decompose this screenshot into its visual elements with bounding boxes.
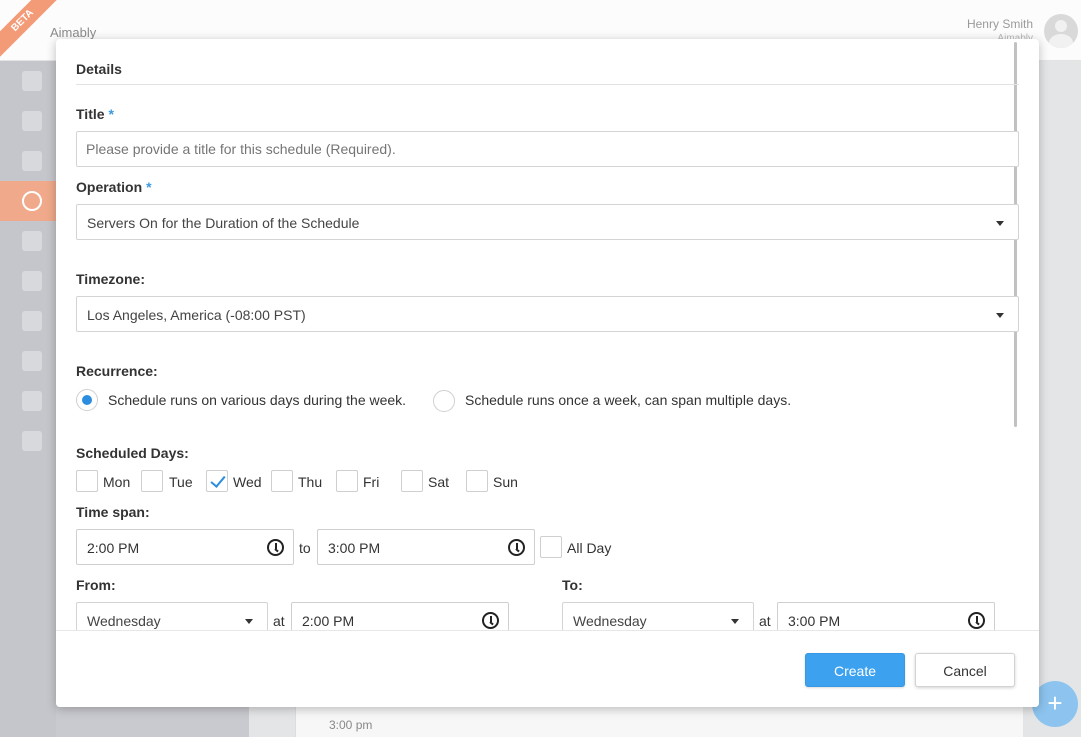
brand-name[interactable]: Aimably (50, 25, 96, 40)
day-label-sun[interactable]: Sun (493, 474, 518, 490)
sidebar-item-help[interactable] (0, 421, 56, 461)
operation-label: Operation * (76, 179, 152, 195)
day-checkbox-sat[interactable] (401, 470, 423, 492)
section-divider (76, 84, 1019, 85)
day-checkbox-sun[interactable] (466, 470, 488, 492)
time-span-to-text: to (299, 540, 311, 556)
to-time-value: 3:00 PM (788, 613, 841, 629)
title-label-text: Title (76, 106, 105, 122)
required-marker: * (146, 179, 152, 195)
scheduled-days-label: Scheduled Days: (76, 445, 189, 461)
day-label-mon[interactable]: Mon (103, 474, 130, 490)
from-time-value: 2:00 PM (302, 613, 355, 629)
schedule-modal: Details Title* Operation* Servers On for… (56, 39, 1039, 707)
all-day-label[interactable]: All Day (567, 540, 611, 556)
caret-down-icon (731, 619, 739, 624)
from-at-text: at (273, 613, 285, 629)
chart-icon (22, 151, 42, 171)
day-checkbox-fri[interactable] (336, 470, 358, 492)
time-span-end-value: 3:00 PM (328, 540, 381, 556)
laptop-icon (22, 231, 42, 251)
time-span-start-input[interactable]: 2:00 PM (76, 529, 294, 565)
to-label: To: (562, 577, 583, 593)
cloud-icon (22, 111, 42, 131)
section-title: Details (76, 61, 122, 77)
home-icon (22, 71, 42, 91)
timezone-value: Los Angeles, America (-08:00 PST) (87, 307, 306, 323)
bell-icon (22, 311, 42, 331)
modal-footer: Create Cancel (56, 630, 1039, 707)
clock-icon[interactable] (482, 612, 499, 629)
from-label: From: (76, 577, 116, 593)
day-label-wed[interactable]: Wed (233, 474, 262, 490)
clock-icon[interactable] (267, 539, 284, 556)
day-checkbox-wed[interactable] (206, 470, 228, 492)
to-time-input[interactable]: 3:00 PM (777, 602, 995, 630)
caret-down-icon (996, 313, 1004, 318)
create-button[interactable]: Create (805, 653, 905, 687)
sidebar-item-home[interactable] (0, 61, 56, 101)
sidebar-item-schedules[interactable] (0, 181, 56, 221)
day-label-thu[interactable]: Thu (298, 474, 322, 490)
to-day-select[interactable]: Wednesday (562, 602, 754, 630)
sidebar (0, 61, 56, 737)
day-label-fri[interactable]: Fri (363, 474, 379, 490)
to-at-text: at (759, 613, 771, 629)
archive-icon (22, 391, 42, 411)
from-day-value: Wednesday (87, 613, 161, 629)
timezone-label: Timezone: (76, 271, 145, 287)
calendar-time-label: 3:00 pm (329, 718, 373, 732)
caret-down-icon (996, 221, 1004, 226)
day-label-tue[interactable]: Tue (169, 474, 193, 490)
sidebar-item-devices[interactable] (0, 221, 56, 261)
operation-select[interactable]: Servers On for the Duration of the Sched… (76, 204, 1019, 240)
avatar[interactable] (1044, 14, 1078, 48)
required-marker: * (108, 106, 114, 122)
from-day-select[interactable]: Wednesday (76, 602, 268, 630)
time-span-label: Time span: (76, 504, 150, 520)
from-time-input[interactable]: 2:00 PM (291, 602, 509, 630)
background-calendar (295, 706, 1023, 737)
sidebar-item-notifications[interactable] (0, 301, 56, 341)
operation-label-text: Operation (76, 179, 143, 195)
time-span-end-input[interactable]: 3:00 PM (317, 529, 535, 565)
clock-icon[interactable] (508, 539, 525, 556)
recurrence-span-days-label[interactable]: Schedule runs once a week, can span mult… (465, 392, 791, 408)
time-span-start-value: 2:00 PM (87, 540, 140, 556)
all-day-checkbox[interactable] (540, 536, 562, 558)
title-label: Title * (76, 106, 114, 122)
sidebar-item-reports[interactable] (0, 141, 56, 181)
recurrence-weekly-days-label[interactable]: Schedule runs on various days during the… (108, 392, 406, 408)
clock-icon (22, 191, 42, 211)
timezone-select[interactable]: Los Angeles, America (-08:00 PST) (76, 296, 1019, 332)
users-icon (22, 271, 42, 291)
title-input[interactable] (76, 131, 1019, 167)
user-name[interactable]: Henry Smith (967, 17, 1033, 31)
modal-body[interactable]: Details Title* Operation* Servers On for… (56, 39, 1039, 630)
caret-down-icon (245, 619, 253, 624)
day-checkbox-tue[interactable] (141, 470, 163, 492)
sidebar-item-archive[interactable] (0, 381, 56, 421)
sidebar-item-users[interactable] (0, 261, 56, 301)
recurrence-weekly-days-radio[interactable] (76, 389, 98, 411)
operation-value: Servers On for the Duration of the Sched… (87, 215, 360, 231)
cancel-button[interactable]: Cancel (915, 653, 1015, 687)
gear-icon (22, 351, 42, 371)
day-checkbox-mon[interactable] (76, 470, 98, 492)
day-label-sat[interactable]: Sat (428, 474, 449, 490)
clock-icon[interactable] (968, 612, 985, 629)
sidebar-item-cloud[interactable] (0, 101, 56, 141)
help-icon (22, 431, 42, 451)
recurrence-label: Recurrence: (76, 363, 158, 379)
to-day-value: Wednesday (573, 613, 647, 629)
recurrence-span-days-radio[interactable] (433, 390, 455, 412)
day-checkbox-thu[interactable] (271, 470, 293, 492)
sidebar-item-settings[interactable] (0, 341, 56, 381)
